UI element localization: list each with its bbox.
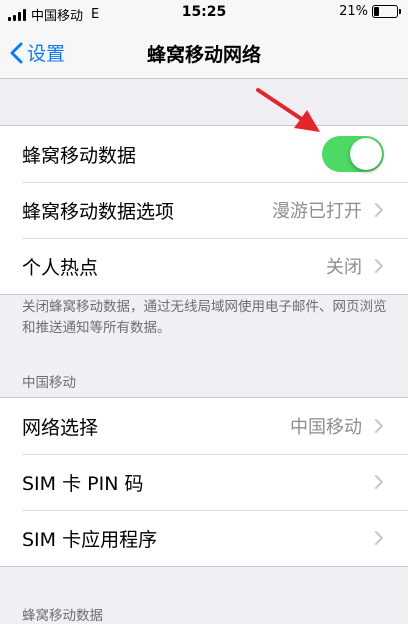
network-selection-label: 网络选择 bbox=[22, 416, 99, 439]
chevron-right-icon bbox=[375, 419, 383, 433]
status-bar: 中国移动 E 15:25 21% bbox=[0, 0, 408, 26]
cellular-data-row: 蜂窝移动数据 bbox=[0, 126, 408, 182]
sim-pin-label: SIM 卡 PIN 码 bbox=[22, 472, 144, 495]
sim-apps-row[interactable]: SIM 卡应用程序 bbox=[0, 510, 408, 566]
cellular-data-section-header: 蜂窝移动数据 bbox=[22, 608, 103, 624]
carrier-group: 网络选择 中国移动 SIM 卡 PIN 码 SIM 卡应用程序 bbox=[0, 397, 408, 567]
personal-hotspot-label: 个人热点 bbox=[22, 256, 99, 279]
cellular-data-options-row[interactable]: 蜂窝移动数据选项 漫游已打开 bbox=[0, 182, 408, 238]
cellular-group: 蜂窝移动数据 蜂窝移动数据选项 漫游已打开 个人热点 关闭 bbox=[0, 125, 408, 295]
sim-pin-row[interactable]: SIM 卡 PIN 码 bbox=[0, 454, 408, 510]
battery-fill bbox=[374, 7, 379, 16]
chevron-right-icon bbox=[375, 531, 383, 545]
cellular-footer-note: 关闭蜂窝移动数据，通过无线局域网使用电子邮件、网页浏览和推送通知等所有数据。 bbox=[22, 299, 387, 336]
cellular-data-toggle[interactable] bbox=[322, 136, 384, 172]
cellular-data-options-label: 蜂窝移动数据选项 bbox=[22, 200, 175, 223]
network-selection-row[interactable]: 网络选择 中国移动 bbox=[0, 398, 408, 454]
sim-apps-label: SIM 卡应用程序 bbox=[22, 528, 158, 551]
battery-percent: 21% bbox=[339, 4, 368, 19]
page-title: 蜂窝移动网络 bbox=[146, 44, 261, 66]
network-selection-value: 中国移动 bbox=[290, 417, 362, 438]
navigation-bar: 设置 蜂窝移动网络 bbox=[0, 26, 408, 79]
personal-hotspot-row[interactable]: 个人热点 关闭 bbox=[0, 238, 408, 294]
cellular-data-options-value: 漫游已打开 bbox=[272, 201, 362, 222]
chevron-right-icon bbox=[375, 475, 383, 489]
battery-icon bbox=[372, 5, 401, 18]
status-right: 21% bbox=[339, 4, 401, 19]
chevron-right-icon bbox=[375, 203, 383, 217]
chevron-right-icon bbox=[375, 259, 383, 273]
personal-hotspot-value: 关闭 bbox=[326, 257, 362, 278]
carrier-section-header: 中国移动 bbox=[22, 375, 76, 391]
toggle-knob bbox=[350, 138, 382, 170]
